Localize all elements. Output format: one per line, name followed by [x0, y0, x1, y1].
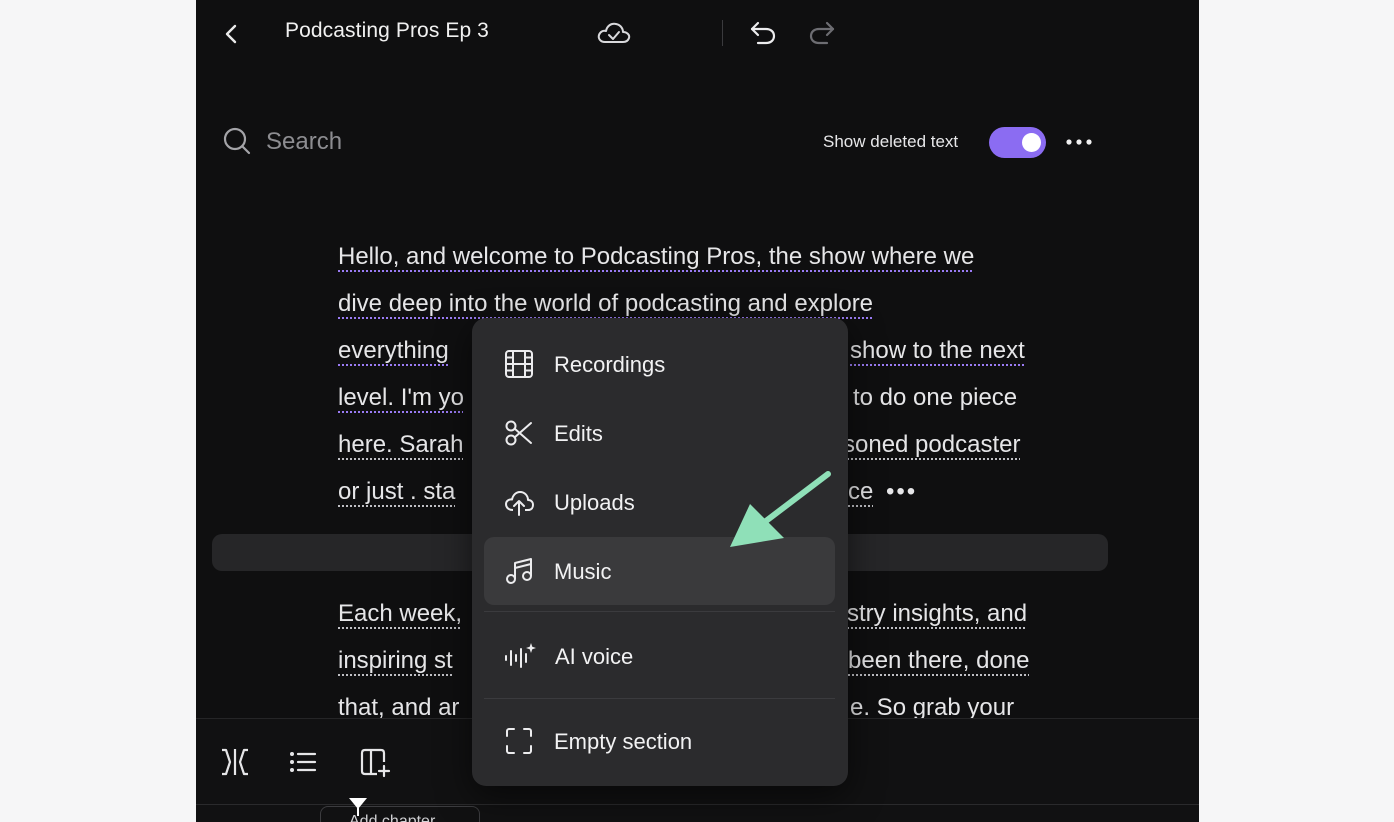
undo-icon[interactable] — [748, 18, 780, 48]
menu-separator — [484, 611, 835, 612]
redo-icon[interactable] — [805, 18, 837, 48]
empty-section-icon — [504, 726, 534, 756]
timeline-line — [196, 804, 1199, 805]
search-input[interactable] — [264, 124, 508, 160]
annotation-arrow-icon — [730, 471, 831, 547]
search-row: Show deleted text — [196, 118, 1199, 166]
menu-separator — [484, 698, 835, 699]
toolbar-divider — [722, 20, 723, 46]
scissors-icon — [504, 418, 534, 448]
music-note-icon — [504, 556, 534, 586]
search-icon — [222, 126, 252, 156]
menu-item-label: Recordings — [554, 352, 666, 377]
show-deleted-text-label: Show deleted text — [823, 132, 959, 151]
menu-item-label: Empty section — [554, 729, 693, 754]
menu-item-label: Uploads — [554, 490, 635, 515]
cloud-check-icon[interactable] — [596, 17, 632, 49]
menu-item-label: Edits — [554, 421, 603, 446]
more-ellipsis: ••• — [886, 478, 918, 505]
film-icon — [504, 349, 534, 379]
transcript-line: Hello, and welcome to Podcasting Pros, t… — [338, 243, 975, 270]
add-chapter-button[interactable]: Add chapter — [320, 806, 480, 822]
cloud-upload-icon — [504, 487, 534, 517]
split-icon[interactable] — [218, 745, 252, 779]
menu-item-label: Music — [554, 559, 612, 584]
menu-item-edits[interactable]: Edits — [484, 399, 835, 467]
ai-voice-icon — [504, 641, 536, 671]
more-options-icon[interactable] — [1064, 130, 1094, 154]
back-chevron-icon[interactable] — [218, 20, 246, 48]
menu-item-empty-section[interactable]: Empty section — [484, 707, 835, 775]
toggle-knob — [1022, 133, 1041, 152]
page-title: Podcasting Pros Ep 3 — [285, 19, 489, 42]
playhead-marker-icon[interactable] — [348, 796, 368, 816]
menu-item-ai-voice[interactable]: AI voice — [484, 622, 835, 690]
menu-item-label: AI voice — [555, 644, 634, 669]
list-icon[interactable] — [287, 747, 319, 777]
add-panel-icon[interactable] — [357, 745, 391, 779]
top-bar: Podcasting Pros Ep 3 — [196, 0, 1199, 66]
menu-item-recordings[interactable]: Recordings — [484, 330, 835, 398]
show-deleted-text-toggle[interactable] — [989, 127, 1046, 158]
